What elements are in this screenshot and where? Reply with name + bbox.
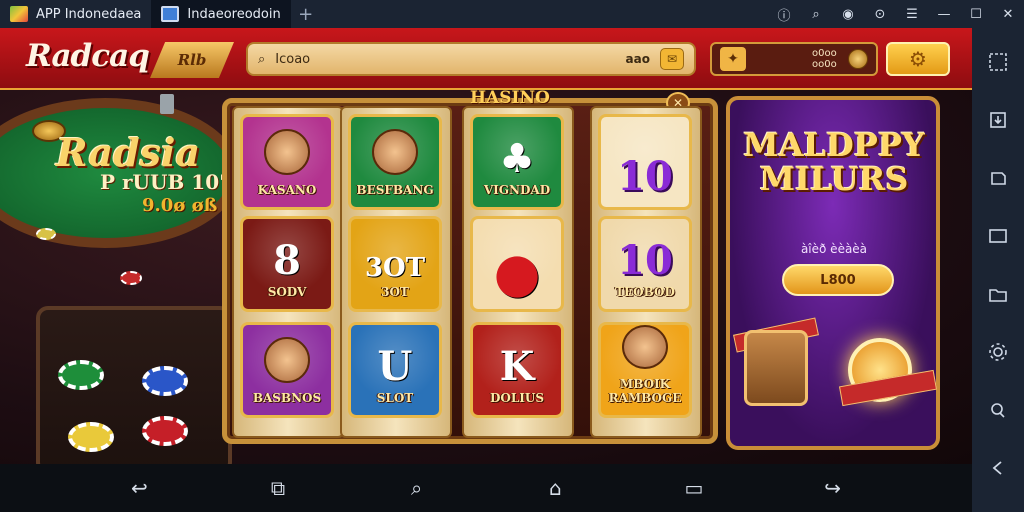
wallet-amount: o0oo oo0o bbox=[812, 48, 837, 70]
import-icon[interactable] bbox=[980, 100, 1016, 140]
help-icon[interactable]: ⊙ bbox=[864, 0, 896, 28]
slot-tile[interactable]: 10 bbox=[598, 114, 692, 210]
location-icon[interactable] bbox=[980, 390, 1016, 430]
app-icon bbox=[10, 6, 28, 22]
tab-instance-label: Indaeoreodoin bbox=[187, 6, 281, 22]
tile-emblem: 10 bbox=[617, 237, 673, 284]
wallet-display[interactable]: ✦ o0oo oo0o bbox=[710, 42, 878, 76]
yellow-chip-icon[interactable] bbox=[68, 422, 114, 452]
slot-tile[interactable]: MBOIK RAMBOGE bbox=[598, 322, 692, 418]
tile-emblem: U bbox=[377, 343, 413, 390]
instance-icon bbox=[161, 6, 180, 22]
info-icon[interactable]: ⓘ bbox=[768, 0, 800, 28]
game-settings-button[interactable]: ⚙ bbox=[886, 42, 950, 76]
character-icon bbox=[264, 337, 310, 383]
android-nav-bar: ↩ ⧉ ⌕ ⌂ ▭ ↪ bbox=[0, 464, 972, 512]
promo-title: MALDPPY MILURS bbox=[743, 126, 925, 198]
tile-emblem: 10 bbox=[617, 153, 673, 200]
slot-tile[interactable]: KASANO bbox=[240, 114, 334, 210]
slot-tile[interactable]: 8 SODV bbox=[240, 216, 334, 312]
tile-label: 3OT bbox=[381, 285, 409, 299]
screenshot-icon[interactable]: ⧉ bbox=[258, 468, 298, 508]
character-icon bbox=[264, 129, 310, 175]
game-screen: Radcaq Rlb ⌕ Icoao aao ✉ ✦ o0oo oo0o ⚙ R… bbox=[0, 28, 972, 464]
emulator-sidebar bbox=[972, 28, 1024, 512]
slot-tile[interactable]: U SLOT bbox=[348, 322, 442, 418]
slot-tile[interactable]: 10 TEOBOD bbox=[598, 216, 692, 312]
slot-tile[interactable]: ● bbox=[470, 216, 564, 312]
search-icon: ⌕ bbox=[258, 51, 266, 67]
tab-app-label: APP Indonedaea bbox=[36, 6, 142, 22]
home-icon[interactable]: ⌂ bbox=[535, 468, 575, 508]
tab-app[interactable]: APP Indonedaea bbox=[0, 0, 151, 28]
settings-icon[interactable]: ☰ bbox=[896, 0, 928, 28]
tile-label: SLOT bbox=[376, 391, 414, 405]
table-title: Radsia bbox=[56, 130, 201, 175]
tab-instance[interactable]: Indaeoreodoin bbox=[151, 0, 291, 28]
search-counter: aao bbox=[625, 52, 650, 66]
tile-label: TEOBOD bbox=[615, 285, 675, 299]
slot-tile[interactable]: 3OT 3OT bbox=[348, 216, 442, 312]
slot-tile[interactable]: BESFBANG bbox=[348, 114, 442, 210]
slot-banner: HASINO bbox=[470, 88, 550, 108]
search-value[interactable]: Icoao bbox=[275, 52, 615, 67]
maximize-icon[interactable]: ☐ bbox=[960, 0, 992, 28]
back-icon[interactable]: ↩ bbox=[119, 468, 159, 508]
chip-icon bbox=[120, 271, 142, 285]
coin-icon bbox=[848, 49, 868, 69]
window-title-bar: APP Indonedaea Indaeoreodoin + ⓘ ⌕ ◉ ⊙ ☰… bbox=[0, 0, 1024, 28]
promo-subtitle: àîèð èèàèà bbox=[800, 242, 868, 256]
tile-label: SODV bbox=[267, 285, 307, 299]
minimize-icon[interactable]: — bbox=[928, 0, 960, 28]
settings-icon[interactable] bbox=[980, 332, 1016, 372]
tile-emblem: 3OT bbox=[364, 253, 426, 283]
recents-icon[interactable]: ▭ bbox=[674, 468, 714, 508]
blue-chip-icon[interactable] bbox=[142, 366, 188, 396]
drum-icon[interactable] bbox=[744, 330, 808, 406]
tile-label: VIGNDAD bbox=[483, 183, 551, 197]
game-logo[interactable]: Radcaq bbox=[26, 38, 150, 74]
character-icon bbox=[622, 325, 668, 369]
undo-icon[interactable]: ↪ bbox=[813, 468, 853, 508]
game-header: Radcaq Rlb ⌕ Icoao aao ✉ ✦ o0oo oo0o ⚙ bbox=[0, 28, 972, 90]
table-amount: 9.0ø øß bbox=[142, 195, 218, 216]
tile-emblem: ♣ bbox=[499, 135, 535, 182]
gear-icon: ⚙ bbox=[909, 47, 927, 71]
folder-icon[interactable] bbox=[980, 274, 1016, 314]
character-icon bbox=[372, 129, 418, 175]
slot-tile[interactable]: BASBNOS bbox=[240, 322, 334, 418]
green-chip-icon[interactable] bbox=[58, 360, 104, 390]
chip-icon bbox=[36, 228, 56, 240]
table-subtitle: P rUUB 10" bbox=[100, 170, 230, 194]
slot-tile[interactable]: ♣ VIGNDAD bbox=[470, 114, 564, 210]
tile-label: KASANO bbox=[257, 183, 317, 197]
slot-tile[interactable]: K DOLIUS bbox=[470, 322, 564, 418]
tile-label: BASBNOS bbox=[252, 391, 322, 405]
search-icon[interactable]: ⌕ bbox=[800, 0, 832, 28]
add-tab-button[interactable]: + bbox=[291, 4, 321, 25]
search-icon[interactable]: ⌕ bbox=[397, 468, 437, 508]
tile-emblem: K bbox=[499, 343, 535, 390]
lamp-decoration bbox=[160, 94, 174, 114]
back-icon[interactable] bbox=[980, 448, 1016, 488]
logo-badge[interactable]: Rlb bbox=[150, 42, 234, 78]
tile-emblem: 8 bbox=[273, 237, 301, 284]
red-chip-icon[interactable] bbox=[142, 416, 188, 446]
tile-label: DOLIUS bbox=[489, 391, 545, 405]
search-bar[interactable]: ⌕ Icoao aao ✉ bbox=[246, 42, 696, 76]
account-icon[interactable]: ◉ bbox=[832, 0, 864, 28]
apk-icon[interactable] bbox=[980, 158, 1016, 198]
promo-button[interactable]: L800 bbox=[782, 264, 894, 296]
screen-icon[interactable] bbox=[980, 216, 1016, 256]
tile-label: MBOIK RAMBOGE bbox=[608, 377, 682, 405]
tile-label: BESFBANG bbox=[356, 183, 434, 197]
gift-icon[interactable]: ✉ bbox=[660, 48, 684, 70]
tile-emblem: ● bbox=[493, 240, 541, 304]
keymap-icon[interactable] bbox=[980, 42, 1016, 82]
close-icon[interactable]: ✕ bbox=[992, 0, 1024, 28]
emulator-window: APP Indonedaea Indaeoreodoin + ⓘ ⌕ ◉ ⊙ ☰… bbox=[0, 0, 1024, 512]
paw-icon: ✦ bbox=[720, 47, 746, 71]
